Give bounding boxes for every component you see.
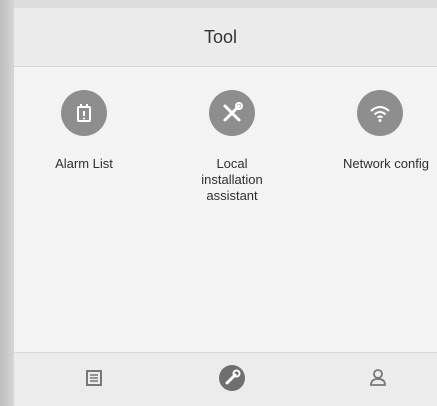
tool-network-config[interactable]: Network config — [310, 90, 437, 172]
tool-grid: Alarm List Local installation assistant — [14, 90, 437, 250]
list-icon — [85, 369, 103, 392]
tab-profile[interactable] — [348, 353, 408, 406]
tool-label: Network config — [343, 156, 429, 171]
tool-label: Local installation assistant — [201, 156, 263, 203]
device-edge — [0, 0, 14, 406]
tool-label: Alarm List — [55, 156, 113, 171]
page-title: Tool — [203, 26, 238, 47]
alarm-list-icon — [61, 90, 107, 136]
tab-tools[interactable] — [202, 353, 262, 406]
tool-local-installation-assistant[interactable]: Local installation assistant — [162, 90, 302, 204]
wrench-icon — [218, 364, 246, 397]
wifi-icon — [357, 90, 403, 136]
tab-list[interactable] — [64, 353, 124, 406]
user-icon — [368, 368, 388, 393]
bottom-tab-bar — [14, 352, 437, 406]
wrench-screwdriver-icon — [209, 90, 255, 136]
app-screen: Tool Alarm List Local installation assis… — [14, 8, 437, 406]
tool-alarm-list[interactable]: Alarm List — [14, 90, 154, 172]
header-bar: Tool — [14, 8, 437, 67]
